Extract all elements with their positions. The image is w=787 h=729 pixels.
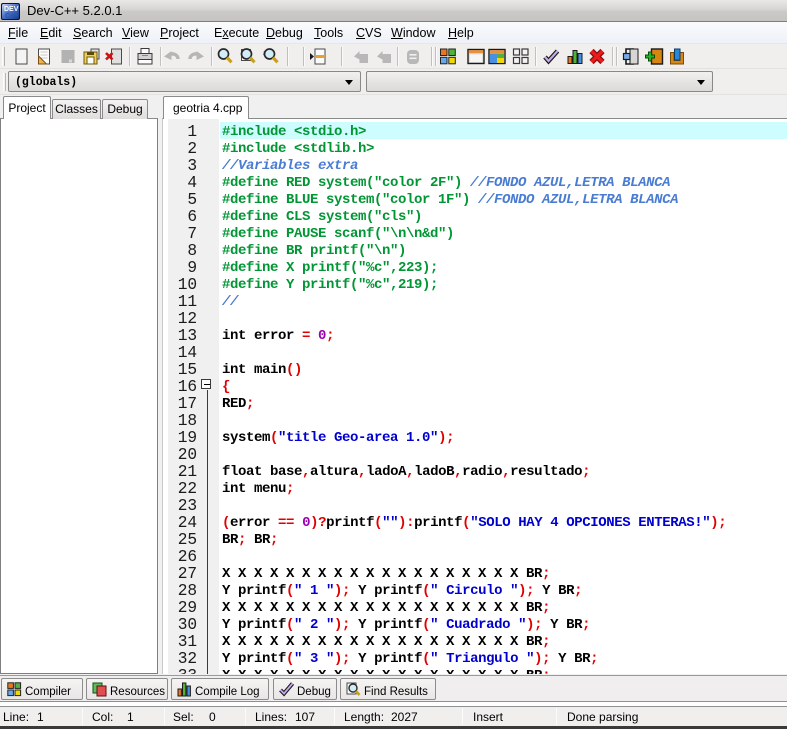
svg-text:DEV: DEV [4,6,19,13]
svg-text:C++: C++ [5,13,18,20]
